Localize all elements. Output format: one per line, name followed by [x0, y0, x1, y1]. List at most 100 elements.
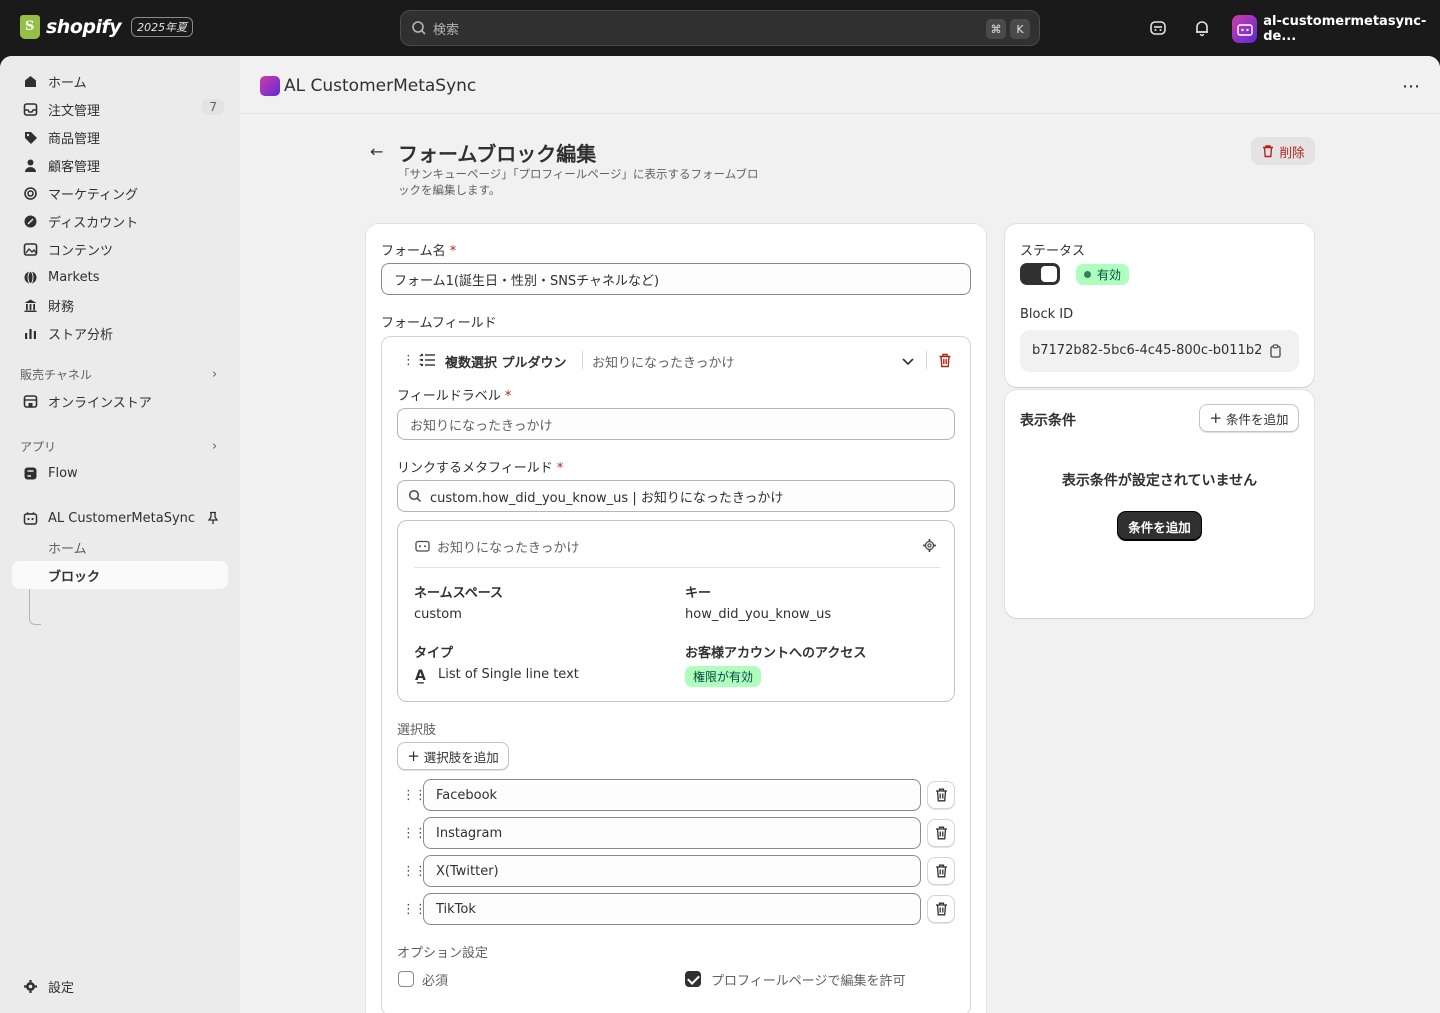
namespace-label: ネームスペース — [414, 586, 504, 601]
search-placeholder: 検索 — [433, 22, 460, 38]
sidebar-item-content[interactable]: コンテンツ — [12, 235, 228, 263]
more-actions-icon[interactable]: ⋯ — [1402, 76, 1421, 97]
field-block: ⋮⋮ 複数選択 プルダウン お知りになったきっかけ フィールドラベル * お知り… — [381, 336, 971, 1013]
metafield-search-input[interactable]: custom.how_did_you_know_us | お知りになったきっかけ — [397, 480, 955, 512]
sidebar-item-orders[interactable]: 注文管理 7 — [12, 95, 228, 123]
sidebar-sub-blocks[interactable]: ブロック — [12, 561, 228, 589]
add-option-button[interactable]: + 選択肢を追加 — [397, 742, 509, 770]
shortcut-key: K — [1010, 19, 1030, 39]
form-name-value: フォーム1(誕生日・性別・SNSチャネルなど) — [394, 273, 660, 289]
sidebar-item-marketing[interactable]: マーケティング — [12, 179, 228, 207]
chevron-right-icon[interactable]: › — [212, 439, 217, 454]
field-label-input[interactable]: お知りになったきっかけ — [397, 408, 955, 440]
status-toggle[interactable] — [1020, 263, 1060, 285]
sidebar-item-flow[interactable]: Flow — [12, 459, 228, 487]
copy-icon[interactable] — [1269, 344, 1282, 362]
sidebar-item-settings[interactable]: 設定 — [12, 972, 228, 1000]
sidebar-item-label: 注文管理 — [48, 103, 101, 119]
search-input[interactable]: 検索 ⌘ K — [400, 10, 1040, 46]
allow-edit-checkbox[interactable] — [685, 971, 701, 987]
delete-field-trash-icon[interactable] — [938, 353, 952, 372]
delete-button[interactable]: 削除 — [1251, 137, 1315, 165]
sidebar-item-analytics[interactable]: ストア分析 — [12, 319, 228, 347]
sidebar-item-online-store[interactable]: オンラインストア — [12, 387, 228, 415]
sidebar-item-app[interactable]: AL CustomerMetaSync — [12, 504, 228, 532]
sidebar-sub-home[interactable]: ホーム — [48, 538, 87, 557]
delete-option-button[interactable] — [927, 857, 955, 885]
conditions-card: 表示条件 + 条件を追加 表示条件が設定されていません 条件を追加 — [1005, 390, 1314, 618]
orders-count-badge: 7 — [202, 99, 224, 115]
metafield-card: お知りになったきっかけ ネームスペース custom キー how_did_yo… — [397, 520, 955, 702]
sidekick-icon[interactable] — [1148, 18, 1168, 38]
sidebar-item-discounts[interactable]: ディスカウント — [12, 207, 228, 235]
trash-icon — [935, 864, 947, 878]
block-id-field[interactable]: b7172b82-5bc6-4c45-800c-b011b26 — [1020, 330, 1299, 372]
field-summary: お知りになったきっかけ — [592, 356, 735, 371]
sidebar-item-label: AL CustomerMetaSync — [48, 510, 196, 526]
add-condition-primary-button[interactable]: 条件を追加 — [1118, 512, 1201, 540]
block-id-value: b7172b82-5bc6-4c45-800c-b011b26 — [1032, 343, 1261, 358]
sidebar-item-customers[interactable]: 顧客管理 — [12, 151, 228, 179]
add-option-label: 選択肢を追加 — [423, 749, 499, 765]
option-value: TikTok — [436, 901, 476, 917]
metafield-value: custom.how_did_you_know_us | お知りになったきっかけ — [430, 490, 784, 506]
trash-icon — [935, 788, 947, 802]
option-input[interactable]: X(Twitter) — [423, 855, 921, 887]
delete-label: 削除 — [1279, 144, 1305, 160]
search-icon — [412, 21, 426, 35]
option-value: Facebook — [436, 787, 498, 803]
delete-option-button[interactable] — [927, 895, 955, 923]
app-icon — [415, 539, 430, 556]
apps-title[interactable]: アプリ — [20, 438, 56, 455]
status-card: ステータス 有効 Block ID b7172b82-5bc6-4c45-800… — [1005, 224, 1314, 387]
store-avatar — [1232, 15, 1258, 43]
add-condition-button[interactable]: + 条件を追加 — [1199, 404, 1299, 432]
chart-icon — [22, 325, 38, 341]
trash-icon — [1263, 145, 1274, 158]
sidebar-item-label: ブロック — [48, 569, 101, 585]
delete-option-button[interactable] — [927, 819, 955, 847]
required-checkbox[interactable] — [398, 971, 414, 987]
sidebar-item-label: 設定 — [48, 980, 75, 996]
divider — [926, 351, 927, 369]
sidebar-item-label: 財務 — [48, 299, 75, 315]
plus-icon: + — [407, 747, 420, 765]
form-name-field[interactable]: フォーム1(誕生日・性別・SNSチャネルなど) — [381, 263, 971, 295]
option-settings-label: オプション設定 — [397, 946, 489, 961]
option-input[interactable]: Facebook — [423, 779, 921, 811]
sidebar-item-label: ディスカウント — [48, 215, 139, 231]
form-card: フォーム名 * フォーム1(誕生日・性別・SNSチャネルなど) フォームフィール… — [366, 224, 986, 1013]
sales-channels-title[interactable]: 販売チャネル — [20, 366, 92, 383]
chevron-down-icon[interactable] — [902, 355, 914, 370]
field-label-label: フィールドラベル * — [397, 389, 512, 404]
gear-icon[interactable] — [922, 538, 937, 557]
app-logo-icon — [260, 76, 280, 96]
target-icon — [22, 185, 38, 201]
sidebar-item-finance[interactable]: 財務 — [12, 291, 228, 319]
delete-option-button[interactable] — [927, 781, 955, 809]
sidebar-item-markets[interactable]: Markets — [12, 263, 228, 291]
status-badge-label: 有効 — [1097, 268, 1122, 282]
back-arrow-icon[interactable]: ← — [370, 142, 383, 161]
store-menu[interactable]: al-customermetasync-de... — [1232, 14, 1440, 44]
sidebar-item-products[interactable]: 商品管理 — [12, 123, 228, 151]
shopify-logo[interactable]: shopify 2025年夏 — [20, 15, 194, 39]
chevron-right-icon[interactable]: › — [212, 367, 217, 382]
bank-icon — [22, 297, 38, 313]
sidebar-item-home[interactable]: ホーム — [12, 67, 228, 95]
sidebar-item-label: 顧客管理 — [48, 159, 101, 175]
pin-icon[interactable] — [206, 511, 220, 529]
option-input[interactable]: TikTok — [423, 893, 921, 925]
sidebar-item-label: ホーム — [48, 75, 87, 91]
sidebar-item-label: 商品管理 — [48, 131, 101, 147]
bell-icon[interactable] — [1192, 18, 1212, 38]
flow-icon — [22, 465, 38, 481]
search-icon — [408, 489, 422, 503]
option-input[interactable]: Instagram — [423, 817, 921, 849]
sidebar-item-label: コンテンツ — [48, 243, 114, 259]
sidebar: ホーム 注文管理 7 商品管理 顧客管理 マーケティング ディスカウント コンテ… — [0, 56, 240, 1013]
access-label: お客様アカウントへのアクセス — [685, 646, 867, 661]
type-value: List of Single line text — [438, 667, 579, 682]
app-title: AL CustomerMetaSync — [284, 76, 477, 96]
key-value: how_did_you_know_us — [685, 607, 832, 622]
